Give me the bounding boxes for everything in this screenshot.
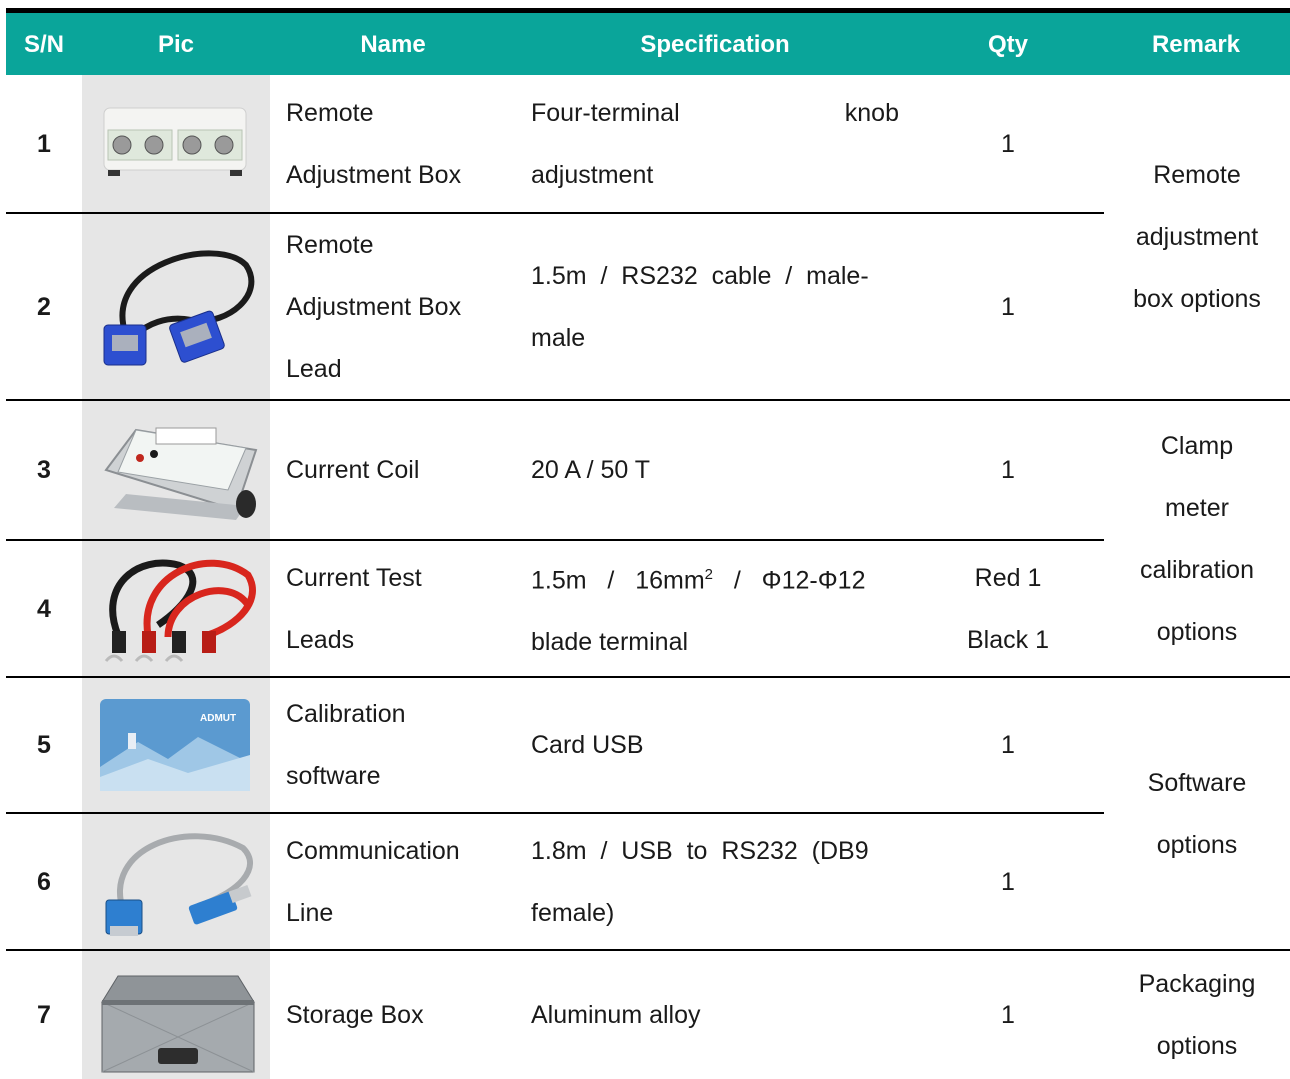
row-name: Remote Adjustment Box Lead	[286, 214, 516, 399]
remark-cell: Software options	[1104, 678, 1290, 949]
spec-part: 1.5m / 16mm	[531, 566, 705, 595]
remark-line: options	[1156, 1032, 1238, 1060]
remark-line: Clamp	[1160, 431, 1234, 460]
spec-part: / Φ12-Φ12	[713, 566, 866, 595]
name-line: Adjustment Box	[286, 161, 462, 189]
name-line: software	[286, 762, 381, 790]
remark-cell: Clamp meter calibration options	[1104, 401, 1290, 676]
name-line: Communication	[286, 836, 460, 865]
row-qty: 1	[1001, 1001, 1015, 1029]
header-pic: Pic	[157, 31, 195, 58]
row-qty: 1	[1001, 456, 1015, 484]
spec-line: blade terminal	[531, 628, 689, 657]
row-specification: 1.5m / 16mm2 / Φ12-Φ12 blade terminal	[531, 541, 914, 676]
row-name: Calibration software	[286, 678, 516, 812]
usb-rs232-cable-icon	[105, 833, 253, 936]
name-line: Line	[286, 898, 334, 927]
remark-line: adjustment	[1135, 223, 1259, 251]
row-qty: 1	[1001, 867, 1015, 896]
spec-word: Four-terminal	[531, 99, 680, 127]
row-specification: Aluminum alloy	[531, 1001, 701, 1029]
row-sn: 4	[37, 594, 51, 623]
remark-line: Software	[1147, 768, 1247, 797]
remark-line: Remote	[1153, 161, 1241, 189]
test-leads-icon	[104, 559, 256, 662]
spec-word: knob	[844, 99, 899, 127]
row-sn: 7	[37, 1001, 51, 1029]
spec-line: male	[531, 323, 586, 352]
spec-line: 1.5m / 16mm2 / Φ12-Φ12	[531, 544, 865, 611]
header-name: Name	[360, 31, 426, 58]
spec-line: 1.8m / USB to RS232 (DB9	[531, 836, 869, 865]
row-sn: 6	[37, 867, 51, 896]
spec-line: female)	[531, 898, 615, 927]
row-qty: 1	[1001, 129, 1015, 158]
row-qty: 1	[1001, 292, 1015, 321]
remark-line: Packaging	[1138, 970, 1256, 998]
row-name: Current Coil	[286, 456, 420, 484]
remark-line: calibration	[1140, 555, 1254, 584]
header-remark: Remark	[1151, 31, 1241, 58]
remark-line: options	[1156, 830, 1238, 859]
remark-cell: Remote adjustment box options	[1104, 75, 1290, 399]
row-sn: 5	[37, 731, 51, 759]
name-line: Current Test	[286, 563, 422, 592]
row-name: Remote Adjustment Box	[286, 82, 516, 206]
spec-superscript: 2	[704, 565, 714, 583]
header-sn: S/N	[23, 31, 64, 58]
current-coil-icon	[104, 427, 258, 520]
remark-line: options	[1156, 617, 1238, 646]
qty-line: Black 1	[967, 625, 1049, 654]
row-name: Communication Line	[286, 814, 516, 949]
remark-cell: Packaging options	[1104, 951, 1290, 1079]
name-line: Remote	[286, 99, 374, 127]
name-line: Lead	[286, 354, 342, 383]
row-name: Current Test Leads	[286, 541, 516, 676]
row-qty: 1	[1001, 731, 1015, 759]
remark-line: box options	[1133, 285, 1261, 313]
row-specification: Four-terminal knob adjustment	[531, 82, 899, 206]
card-logo-text: ADMUT	[200, 713, 236, 724]
row-specification: 1.5m / RS232 cable / male- male	[531, 214, 899, 399]
header-specification: Specification	[640, 31, 790, 58]
qty-line: Red 1	[974, 563, 1042, 592]
usb-card-icon: ADMUT	[100, 699, 250, 791]
name-line: Calibration	[286, 700, 406, 728]
row-qty: Red 1 Black 1	[914, 541, 1102, 676]
row-specification: Card USB	[531, 731, 644, 759]
header-qty: Qty	[987, 31, 1028, 58]
name-line: Leads	[286, 625, 355, 654]
remote-adjustment-box-icon	[103, 107, 247, 176]
name-line: Remote	[286, 230, 374, 259]
row-sn: 3	[37, 456, 51, 484]
row-sn: 1	[37, 129, 51, 158]
storage-box-icon	[101, 975, 255, 1073]
remark-line: meter	[1165, 493, 1229, 522]
spec-line: 1.5m / RS232 cable / male-	[531, 261, 869, 290]
spec-line: adjustment	[531, 161, 654, 189]
row-name: Storage Box	[286, 1001, 424, 1029]
row-specification: 20 A / 50 T	[531, 456, 651, 484]
rs232-cable-icon	[103, 250, 255, 366]
row-specification: 1.8m / USB to RS232 (DB9 female)	[531, 814, 899, 949]
name-line: Adjustment Box	[286, 292, 462, 321]
row-sn: 2	[37, 292, 51, 321]
